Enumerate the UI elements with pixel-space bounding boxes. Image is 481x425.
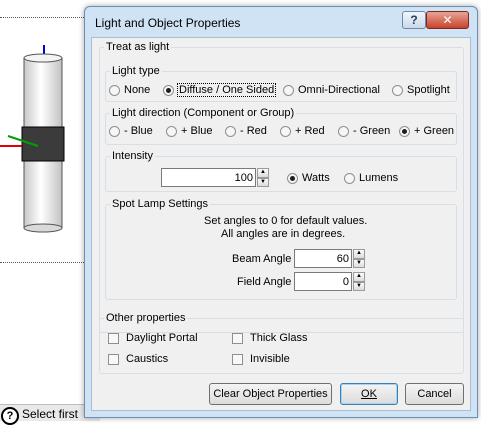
- checkbox-icon: [232, 353, 243, 365]
- intensity-stepper: ▲ ▼: [161, 168, 269, 187]
- direction-plus-red-radio[interactable]: + Red: [280, 125, 325, 137]
- direction-minus-green-radio[interactable]: - Green: [338, 125, 390, 137]
- help-button[interactable]: ?: [402, 11, 426, 29]
- spin-up-icon[interactable]: ▲: [353, 249, 365, 259]
- field-angle-stepper: ▲ ▼: [294, 272, 365, 291]
- radio-icon: [280, 125, 291, 137]
- status-text: Select first: [22, 407, 79, 421]
- caustics-checkbox[interactable]: Caustics: [108, 353, 168, 365]
- radio-icon: [283, 84, 294, 96]
- invisible-checkbox[interactable]: Invisible: [232, 353, 290, 365]
- light-type-spotlight-radio[interactable]: Spotlight: [392, 84, 450, 96]
- radio-icon: [166, 125, 177, 137]
- direction-minus-blue-radio[interactable]: - Blue: [109, 125, 153, 137]
- radio-icon: [225, 125, 236, 137]
- light-type-diffuse-radio[interactable]: Diffuse / One Sided: [163, 83, 277, 97]
- direction-plus-green-radio[interactable]: + Green: [399, 125, 454, 137]
- other-properties-label: Other properties: [106, 312, 186, 324]
- spot-lamp-label: Spot Lamp Settings: [112, 198, 209, 210]
- radio-selected-icon: [163, 84, 174, 96]
- unit-lumens-radio[interactable]: Lumens: [344, 172, 398, 184]
- unit-watts-radio[interactable]: Watts: [287, 172, 330, 184]
- direction-minus-red-radio[interactable]: - Red: [225, 125, 267, 137]
- light-type-omni-radio[interactable]: Omni-Directional: [283, 84, 380, 96]
- radio-selected-icon: [399, 125, 410, 137]
- spin-down-icon[interactable]: ▼: [353, 258, 365, 268]
- checkbox-icon: [108, 353, 119, 365]
- light-type-label: Light type: [112, 65, 160, 77]
- daylight-portal-checkbox[interactable]: Daylight Portal: [108, 332, 198, 344]
- beam-angle-input[interactable]: [294, 249, 352, 268]
- radio-selected-icon: [287, 172, 298, 184]
- spot-note-line1: Set angles to 0 for default values.: [204, 215, 368, 227]
- title-bar[interactable]: Light and Object Properties ? ✕: [85, 7, 477, 37]
- spin-down-icon[interactable]: ▼: [353, 281, 365, 291]
- beam-angle-label: Beam Angle: [232, 253, 292, 265]
- checkbox-icon: [108, 332, 119, 344]
- direction-plus-blue-radio[interactable]: + Blue: [166, 125, 213, 137]
- light-direction-label: Light direction (Component or Group): [112, 107, 295, 119]
- intensity-label: Intensity: [112, 150, 153, 162]
- checkbox-icon: [232, 332, 243, 344]
- spin-up-icon[interactable]: ▲: [257, 168, 269, 178]
- light-properties-dialog: Light and Object Properties ? ✕ Treat as…: [84, 6, 478, 418]
- radio-icon: [392, 84, 403, 96]
- radio-icon: [109, 84, 120, 96]
- spin-up-icon[interactable]: ▲: [353, 272, 365, 282]
- thick-glass-checkbox[interactable]: Thick Glass: [232, 332, 307, 344]
- clear-object-properties-button[interactable]: Clear Object Properties: [209, 383, 332, 405]
- light-type-none-radio[interactable]: None: [109, 84, 150, 96]
- field-angle-label: Field Angle: [237, 276, 292, 288]
- treat-as-light-label[interactable]: Treat as light: [104, 41, 171, 53]
- intensity-group: Intensity: [105, 150, 457, 192]
- dialog-body: Treat as light Light type None Diffuse /…: [91, 37, 471, 411]
- radio-icon: [338, 125, 349, 137]
- field-angle-input[interactable]: [294, 272, 352, 291]
- spot-note-line2: All angles are in degrees.: [221, 228, 346, 240]
- cancel-button[interactable]: Cancel: [405, 383, 464, 405]
- intensity-input[interactable]: [161, 168, 256, 187]
- close-icon[interactable]: ✕: [426, 11, 469, 29]
- dialog-title: Light and Object Properties: [95, 16, 241, 30]
- beam-angle-stepper: ▲ ▼: [294, 249, 365, 268]
- spin-down-icon[interactable]: ▼: [257, 177, 269, 187]
- ok-button[interactable]: OK: [340, 383, 398, 405]
- radio-icon: [109, 125, 120, 137]
- help-icon[interactable]: ?: [1, 407, 19, 425]
- radio-icon: [344, 172, 355, 184]
